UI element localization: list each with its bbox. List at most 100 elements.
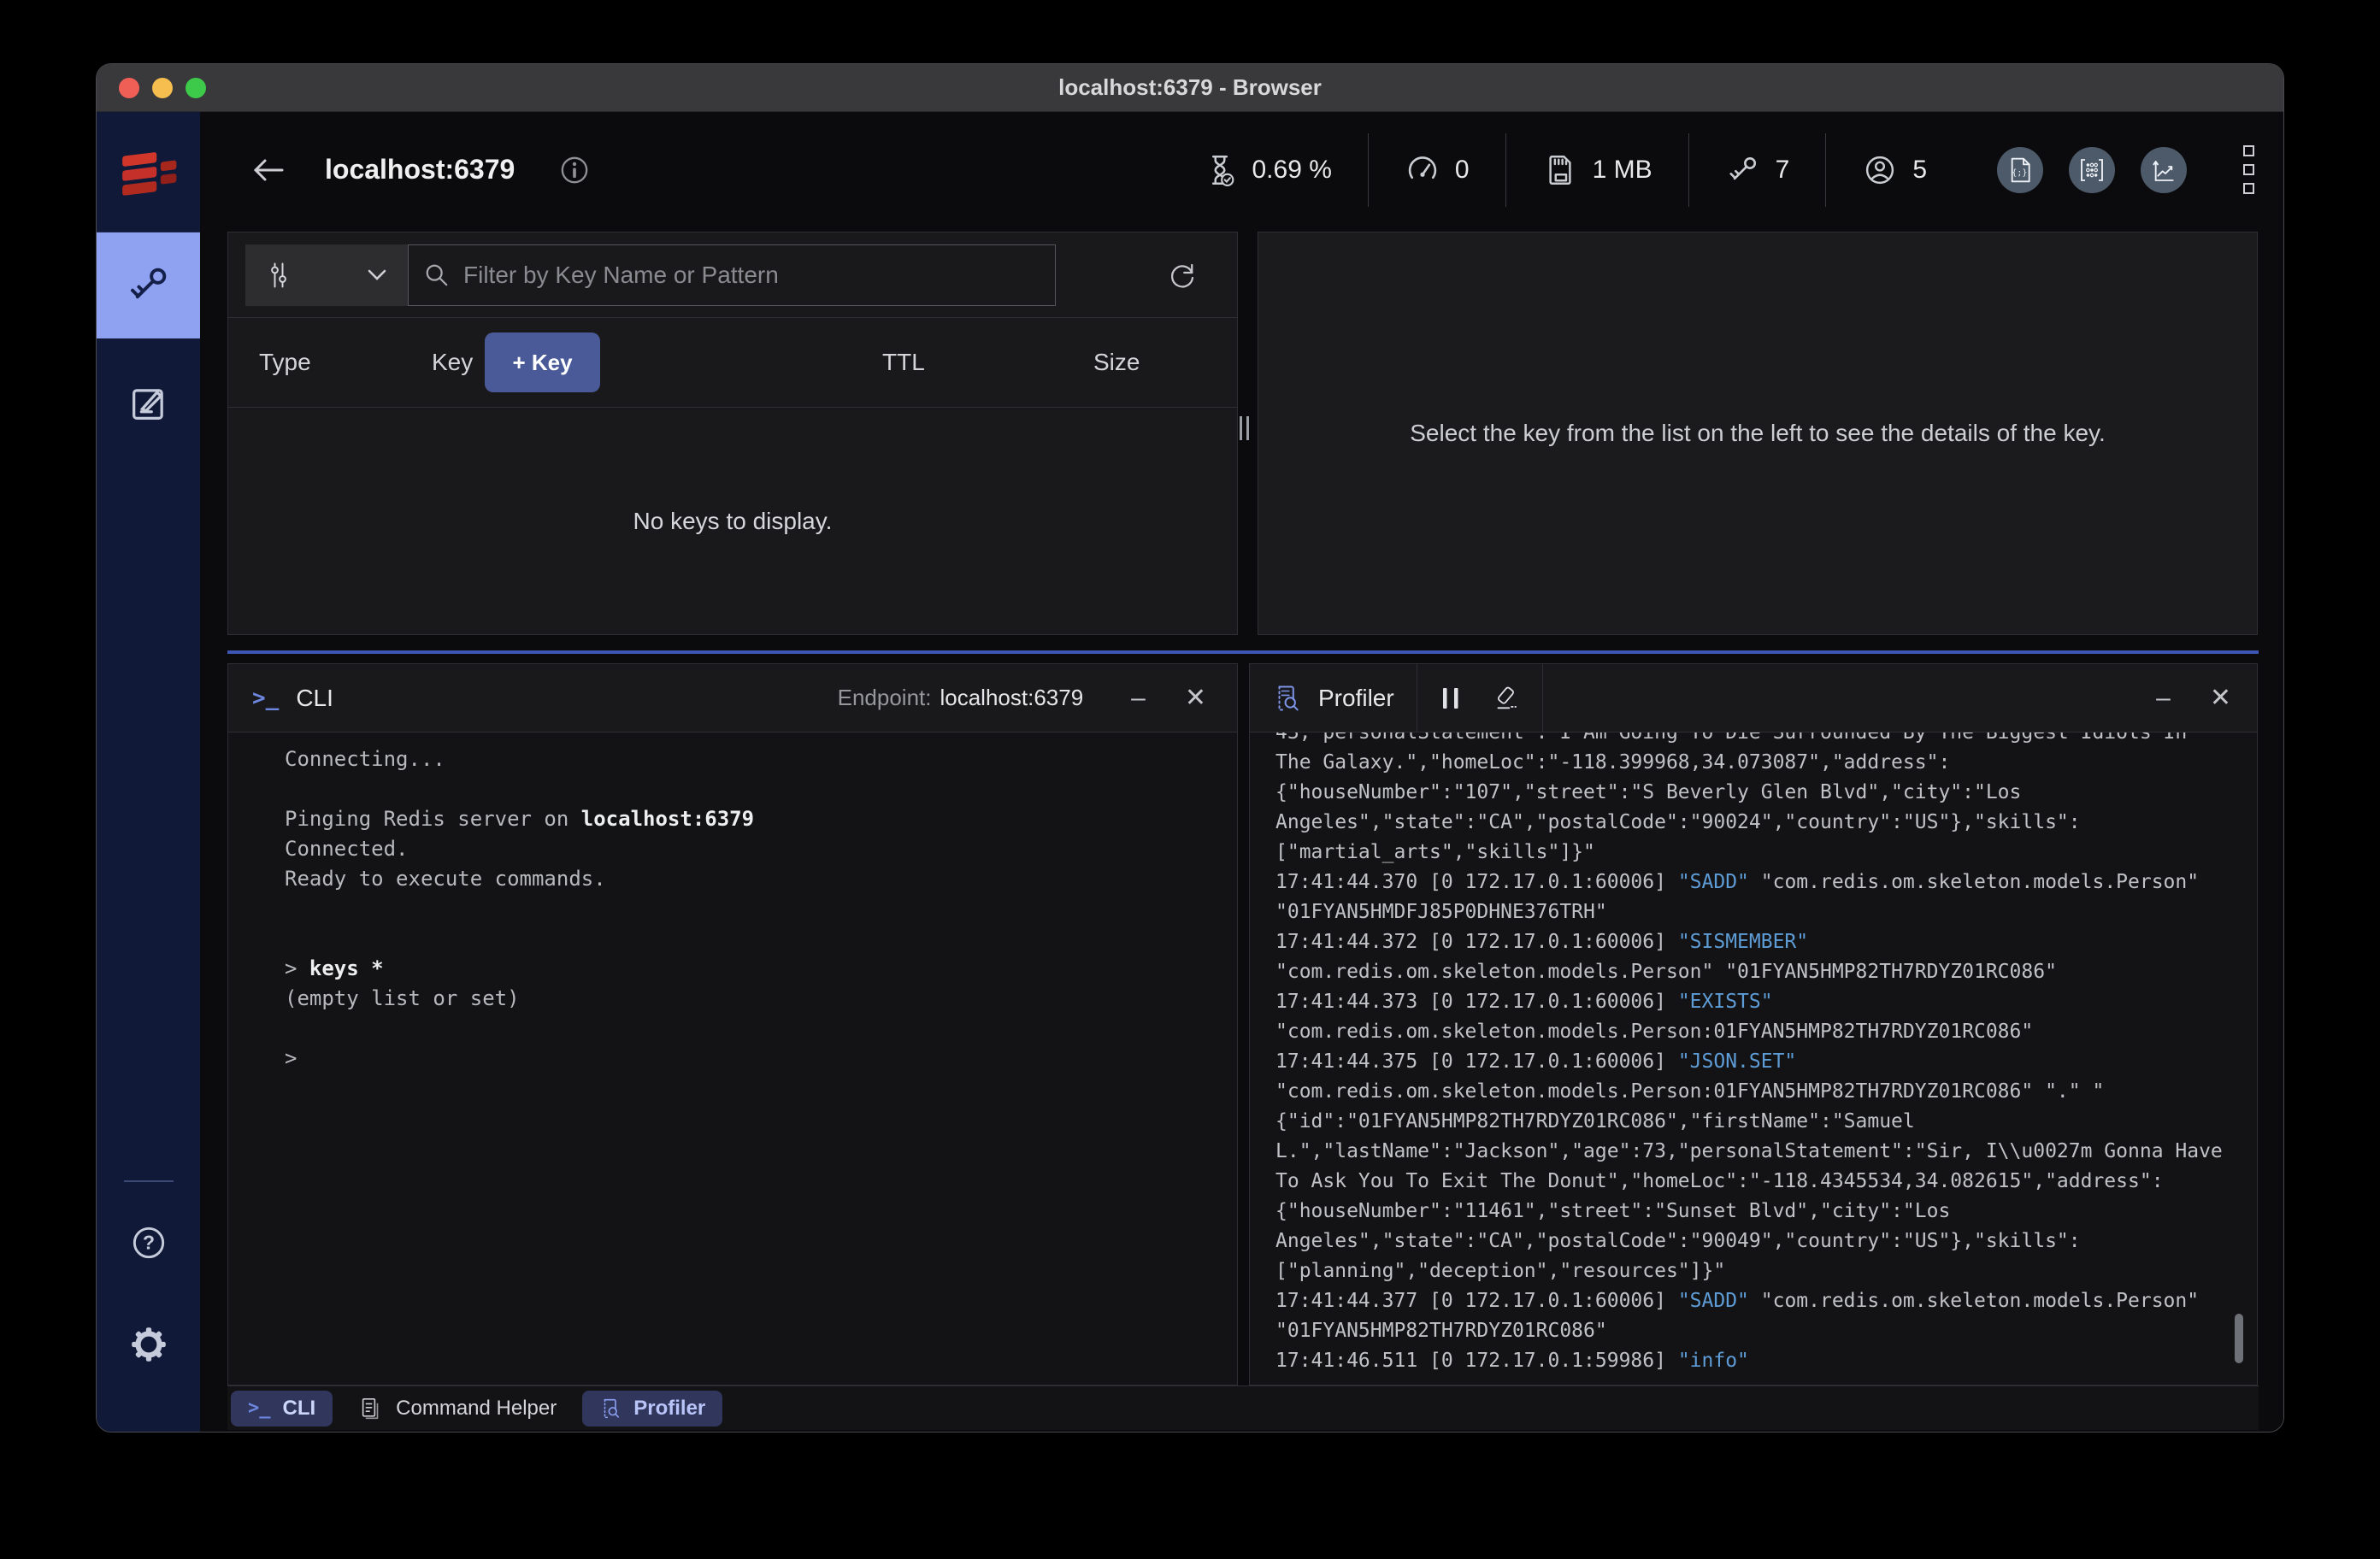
column-type: Type — [259, 349, 311, 376]
json-view-button[interactable]: {;} — [1997, 147, 2043, 193]
cli-panel: >_ CLI Endpoint: localhost:6379 – ✕ Conne… — [227, 663, 1238, 1385]
cli-minimize-button[interactable]: – — [1131, 685, 1146, 711]
cli-close-button[interactable]: ✕ — [1185, 685, 1206, 711]
command-palette-button[interactable] — [2069, 147, 2115, 193]
cli-toggle-button[interactable]: >_ CLI — [231, 1391, 333, 1427]
overview-stats: 0.69 % 0 — [1166, 133, 1964, 207]
refresh-icon — [1167, 260, 1198, 291]
add-key-button[interactable]: + Key — [485, 332, 600, 392]
profiler-line: Angeles","state":"CA","postalCode":"9002… — [1275, 808, 2240, 838]
profiler-line: The Galaxy.","homeLoc":"-118.399968,34.0… — [1275, 748, 2240, 778]
profiler-header: Profiler — [1250, 664, 2257, 732]
profiler-log[interactable]: 43,"personalStatement":"I Am Going To Di… — [1250, 732, 2257, 1385]
stat-cpu: 0.69 % — [1166, 151, 1368, 189]
cli-line — [285, 1014, 1237, 1044]
profiler-line: 43,"personalStatement":"I Am Going To Di… — [1275, 732, 2240, 748]
profiler-panel: Profiler — [1249, 663, 2258, 1385]
cli-line: (empty list or set) — [285, 984, 1237, 1014]
profiler-line: ["planning","deception","resources"]}" — [1275, 1256, 2240, 1286]
profiler-line: "com.redis.om.skeleton.models.Person:01F… — [1275, 1077, 2240, 1107]
main-area: localhost:6379 — [200, 112, 2283, 1432]
app-window: localhost:6379 - Browser — [96, 63, 2284, 1433]
profiler-icon — [1272, 683, 1301, 714]
profiler-close-button[interactable]: ✕ — [2210, 685, 2231, 711]
column-size: Size — [1093, 349, 1140, 376]
profiler-minimize-button[interactable]: – — [2156, 685, 2171, 711]
bottom-toolbar: >_ CLI Command Helper — [227, 1385, 2259, 1430]
profiler-line: 17:41:44.377 [0 172.17.0.1:60006] "SADD"… — [1275, 1286, 2240, 1316]
panel-resize-handle[interactable] — [1240, 416, 1249, 440]
sidebar-item-help[interactable]: ? — [127, 1221, 170, 1268]
window-title: localhost:6379 - Browser — [97, 74, 2283, 101]
search-placeholder: Filter by Key Name or Pattern — [463, 262, 779, 289]
memory-value: 1 MB — [1593, 156, 1652, 185]
help-icon: ? — [127, 1221, 170, 1264]
database-name: localhost:6379 — [325, 154, 515, 185]
keys-value: 7 — [1776, 156, 1790, 185]
matrix-icon — [2078, 156, 2106, 184]
users-icon — [1862, 152, 1898, 188]
profiler-line: "01FYAN5HMP82TH7RDYZ01RC086" — [1275, 1316, 2240, 1346]
back-button[interactable] — [251, 156, 286, 185]
dock-divider[interactable] — [227, 650, 2259, 654]
minimize-window-button[interactable] — [152, 78, 173, 98]
stat-clients: 5 — [1826, 152, 1963, 188]
profiler-line: {"houseNumber":"107","street":"S Beverly… — [1275, 778, 2240, 808]
cli-toggle-label: CLI — [283, 1397, 316, 1421]
cli-line: Connecting... — [285, 744, 1237, 774]
close-window-button[interactable] — [119, 78, 139, 98]
cli-header: >_ CLI Endpoint: localhost:6379 – ✕ — [228, 664, 1237, 732]
terminal-icon: >_ — [252, 685, 279, 711]
profiler-toggle-label: Profiler — [633, 1397, 705, 1421]
filter-row: Filter by Key Name or Pattern — [228, 232, 1237, 318]
endpoint-label: Endpoint: — [838, 685, 932, 710]
eraser-icon — [1491, 684, 1520, 713]
key-count-icon — [1725, 152, 1761, 188]
profiler-line: 17:41:44.375 [0 172.17.0.1:60006] "JSON.… — [1275, 1047, 2240, 1077]
cli-output[interactable]: Connecting... Pinging Redis server on lo… — [228, 732, 1237, 1385]
refresh-keys-button[interactable] — [1167, 260, 1198, 291]
profiler-line: Angeles","state":"CA","postalCode":"9004… — [1275, 1227, 2240, 1256]
terminal-icon: >_ — [248, 1397, 271, 1419]
command-helper-toggle-button[interactable]: Command Helper — [358, 1395, 557, 1422]
profiler-line: 17:41:46.511 [0 172.17.0.1:59986] "info" — [1275, 1346, 2240, 1376]
profiler-toggle-button[interactable]: Profiler — [582, 1391, 722, 1427]
stat-commands: 0 — [1369, 152, 1505, 188]
zoom-window-button[interactable] — [186, 78, 206, 98]
cli-title: CLI — [296, 685, 333, 712]
clients-value: 5 — [1912, 156, 1927, 185]
profiler-line: L.","lastName":"Jackson","age":73,"perso… — [1275, 1137, 2240, 1167]
profiler-tools — [1417, 664, 1542, 732]
info-icon[interactable] — [557, 153, 592, 187]
sidebar-item-workbench[interactable] — [97, 350, 200, 456]
more-menu-button[interactable] — [2243, 145, 2254, 194]
key-details-panel: Select the key from the list on the left… — [1258, 232, 2258, 635]
sidebar-item-browser[interactable] — [97, 232, 200, 338]
endpoint-value: localhost:6379 — [940, 685, 1083, 710]
titlebar: localhost:6379 - Browser — [97, 64, 2283, 112]
key-search-input[interactable]: Filter by Key Name or Pattern — [408, 244, 1056, 306]
profiler-scrollbar[interactable] — [2235, 1314, 2243, 1363]
analytics-button[interactable] — [2141, 147, 2187, 193]
cli-line: > keys * — [285, 954, 1237, 984]
pause-button[interactable] — [1440, 685, 1462, 711]
sidebar-item-settings[interactable] — [127, 1323, 170, 1370]
key-icon — [125, 262, 173, 309]
sidebar: ? — [97, 112, 200, 1432]
search-icon — [424, 262, 450, 288]
cli-line — [285, 894, 1237, 924]
clear-button[interactable] — [1491, 684, 1520, 713]
sidebar-bottom-divider — [124, 1180, 174, 1182]
back-arrow-icon — [251, 156, 286, 185]
key-browser-panel: Filter by Key Name or Pattern Type Key +… — [227, 232, 1238, 635]
stat-keys: 7 — [1689, 152, 1826, 188]
profiler-line: {"id":"01FYAN5HMP82TH7RDYZ01RC086","firs… — [1275, 1107, 2240, 1137]
profiler-line: To Ask You To Exit The Donut","homeLoc":… — [1275, 1167, 2240, 1197]
hourglass-icon — [1202, 151, 1238, 189]
key-type-filter-dropdown[interactable] — [245, 244, 408, 306]
document-icon — [358, 1395, 384, 1422]
profiler-title: Profiler — [1318, 685, 1394, 712]
command-helper-label: Command Helper — [396, 1397, 557, 1421]
profiler-line: "01FYAN5HMDFJ85P0DHNE376TRH" — [1275, 897, 2240, 927]
chart-icon — [2150, 156, 2177, 184]
